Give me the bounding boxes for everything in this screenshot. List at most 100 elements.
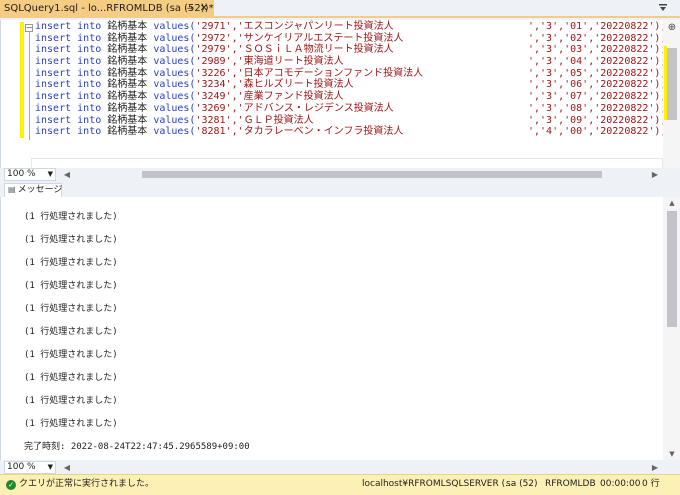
scroll-right-icon[interactable]: ▶ bbox=[650, 168, 660, 181]
code-line: insert into 銘柄基本 values('3226','日本アコモデーシ… bbox=[35, 68, 675, 80]
code-token: ','3','06','20220822'); bbox=[528, 79, 667, 91]
code-token: insert bbox=[35, 67, 72, 79]
code-token: into bbox=[77, 67, 102, 79]
message-line: (1 行処理されました) bbox=[24, 304, 118, 314]
results-tab-strip: ▤ メッセージ bbox=[0, 183, 680, 197]
scroll-up-icon[interactable]: ▲ bbox=[663, 199, 680, 207]
code-token: into bbox=[77, 21, 102, 32]
code-token: '3281','ＧＬＰ投資法人 bbox=[195, 114, 314, 126]
code-token: values( bbox=[153, 32, 196, 44]
tab-messages-label: メッセージ bbox=[17, 185, 63, 195]
code-line: insert into 銘柄基本 values('3249','産業ファンド投資… bbox=[35, 91, 675, 103]
code-line: insert into 銘柄基本 values('2979','ＳＯＳｉＬＡ物流… bbox=[35, 44, 675, 56]
code-token: '3269','アドバンス・レジデンス投資法人 bbox=[195, 102, 394, 114]
split-window-icon[interactable]: ⊕ bbox=[665, 22, 679, 34]
code-token: values( bbox=[153, 67, 196, 79]
code-token: insert bbox=[35, 114, 72, 126]
code-token: 銘柄基本 bbox=[107, 67, 148, 79]
code-line: insert into 銘柄基本 values('2971','エスコンジャパン… bbox=[35, 21, 675, 33]
document-tab[interactable]: SQLQuery1.sql - lo...RFROMLDB (sa (52))*… bbox=[0, 0, 214, 18]
code-token: into bbox=[77, 56, 102, 68]
messages-bottom-bar: 100 % ▼ ◀ ▶ bbox=[0, 460, 680, 474]
status-elapsed: 00:00:00 bbox=[600, 479, 641, 489]
code-token: '2971','エスコンジャパンリート投資法人 bbox=[195, 21, 394, 32]
document-tab-strip: SQLQuery1.sql - lo...RFROMLDB (sa (52))*… bbox=[0, 0, 680, 18]
code-token: values( bbox=[153, 114, 196, 126]
messages-zoom-value: 100 % bbox=[7, 462, 36, 472]
editor-bottom-bar: 100 % ▼ ◀ ▶ bbox=[0, 168, 680, 181]
code-token: '8281','タカラレーベン・インフラ投資法人 bbox=[195, 126, 404, 138]
status-rows: 0 行 bbox=[642, 479, 660, 489]
tab-dropdown-icon[interactable] bbox=[658, 3, 668, 13]
message-line: (1 行処理されました) bbox=[24, 396, 118, 406]
editor-horizontal-scrollbar[interactable]: ◀ ▶ bbox=[62, 168, 660, 181]
code-token: insert bbox=[35, 102, 72, 114]
code-token: values( bbox=[153, 126, 196, 138]
messages-pane[interactable]: (1 行処理されました) (1 行処理されました) (1 行処理されました) (… bbox=[0, 197, 680, 460]
code-line: insert into 銘柄基本 values('8281','タカラレーベン・… bbox=[35, 126, 675, 138]
code-token: values( bbox=[153, 79, 196, 91]
editor-vertical-scrollbar[interactable]: ⊕ bbox=[663, 20, 680, 168]
code-token: '2972','サンケイリアルエステート投資法人 bbox=[195, 32, 404, 44]
editor-zoom-select[interactable]: 100 % ▼ bbox=[4, 168, 56, 181]
code-line: insert into 銘柄基本 values('3281','ＧＬＰ投資法人 '… bbox=[35, 115, 675, 127]
code-token: 銘柄基本 bbox=[107, 44, 148, 56]
code-token: ','3','07','20220822'); bbox=[528, 91, 667, 103]
scroll-right-icon[interactable]: ▶ bbox=[650, 461, 660, 474]
code-token: '3249','産業ファンド投資法人 bbox=[195, 91, 344, 103]
chevron-down-icon: ▼ bbox=[47, 463, 53, 471]
code-token: insert bbox=[35, 32, 72, 44]
code-token: '3226','日本アコモデーションファンド投資法人 bbox=[195, 67, 424, 79]
code-token: ','3','05','20220822'); bbox=[528, 67, 667, 79]
message-line: (1 行処理されました) bbox=[24, 212, 118, 222]
message-line: (1 行処理されました) bbox=[24, 327, 118, 337]
query-editor[interactable]: − insert into 銘柄基本 values('2971','エスコンジャ… bbox=[0, 20, 680, 169]
code-token: values( bbox=[153, 102, 196, 114]
status-database: RFROMLDB bbox=[545, 479, 596, 489]
code-token: ','3','01','20220822'); bbox=[528, 21, 667, 32]
code-token: 銘柄基本 bbox=[107, 126, 148, 138]
code-token: values( bbox=[153, 56, 196, 68]
code-line: insert into 銘柄基本 values('3269','アドバンス・レジ… bbox=[35, 103, 675, 115]
scroll-left-icon[interactable]: ◀ bbox=[62, 168, 72, 181]
code-line: insert into 銘柄基本 values('3234','森ヒルズリート投… bbox=[35, 79, 675, 91]
editor-zoom-value: 100 % bbox=[7, 169, 36, 179]
code-token: values( bbox=[153, 21, 196, 32]
code-token: 銘柄基本 bbox=[107, 114, 148, 126]
message-line: (1 行処理されました) bbox=[24, 258, 118, 268]
messages-horizontal-scrollbar[interactable]: ◀ ▶ bbox=[62, 461, 660, 474]
fold-collapse-icon[interactable]: − bbox=[25, 24, 33, 32]
code-token: values( bbox=[153, 44, 196, 56]
close-icon[interactable]: ✕ bbox=[198, 0, 210, 18]
editor-hscroll-thumb[interactable] bbox=[142, 171, 602, 178]
tab-messages[interactable]: ▤ メッセージ bbox=[4, 183, 62, 197]
messages-zoom-select[interactable]: 100 % ▼ bbox=[4, 461, 56, 474]
pin-icon[interactable]: ⊸ bbox=[184, 0, 196, 18]
code-token: 銘柄基本 bbox=[107, 56, 148, 68]
code-token: insert bbox=[35, 91, 72, 103]
sql-query-window: SQLQuery1.sql - lo...RFROMLDB (sa (52))*… bbox=[0, 0, 680, 495]
messages-scroll-thumb[interactable] bbox=[667, 211, 677, 327]
messages-vertical-scrollbar[interactable]: ▲ ▼ bbox=[663, 197, 680, 460]
code-token: 銘柄基本 bbox=[107, 21, 148, 32]
code-token: ','4','00','20220822'); bbox=[528, 126, 667, 138]
message-line: (1 行処理されました) bbox=[24, 419, 118, 429]
code-token: 銘柄基本 bbox=[107, 79, 148, 91]
document-tab-title: SQLQuery1.sql - lo...RFROMLDB (sa (52))* bbox=[4, 3, 214, 14]
code-token: into bbox=[77, 44, 102, 56]
success-check-icon: ✓ bbox=[6, 480, 16, 490]
code-token: '3234','森ヒルズリート投資法人 bbox=[195, 79, 354, 91]
status-user: sa (52) bbox=[506, 479, 538, 489]
code-line: insert into 銘柄基本 values('2972','サンケイリアルエ… bbox=[35, 33, 675, 45]
editor-scroll-thumb[interactable] bbox=[667, 48, 677, 120]
scroll-left-icon[interactable]: ◀ bbox=[62, 461, 72, 474]
code-token: insert bbox=[35, 126, 72, 138]
completion-time: 完了時刻: 2022-08-24T22:47:45.2965589+09:00 bbox=[24, 442, 250, 452]
code-token: ','3','04','20220822'); bbox=[528, 56, 667, 68]
code-token: ','3','09','20220822'); bbox=[528, 114, 667, 126]
scroll-down-icon[interactable]: ▼ bbox=[663, 450, 680, 458]
status-bar: ✓ クエリが正常に実行されました。 localhost¥RFROMLSQLSER… bbox=[0, 474, 680, 495]
code-token: into bbox=[77, 91, 102, 103]
code-token: '2989','東海道リート投資法人 bbox=[195, 56, 344, 68]
fold-guide bbox=[29, 32, 30, 140]
